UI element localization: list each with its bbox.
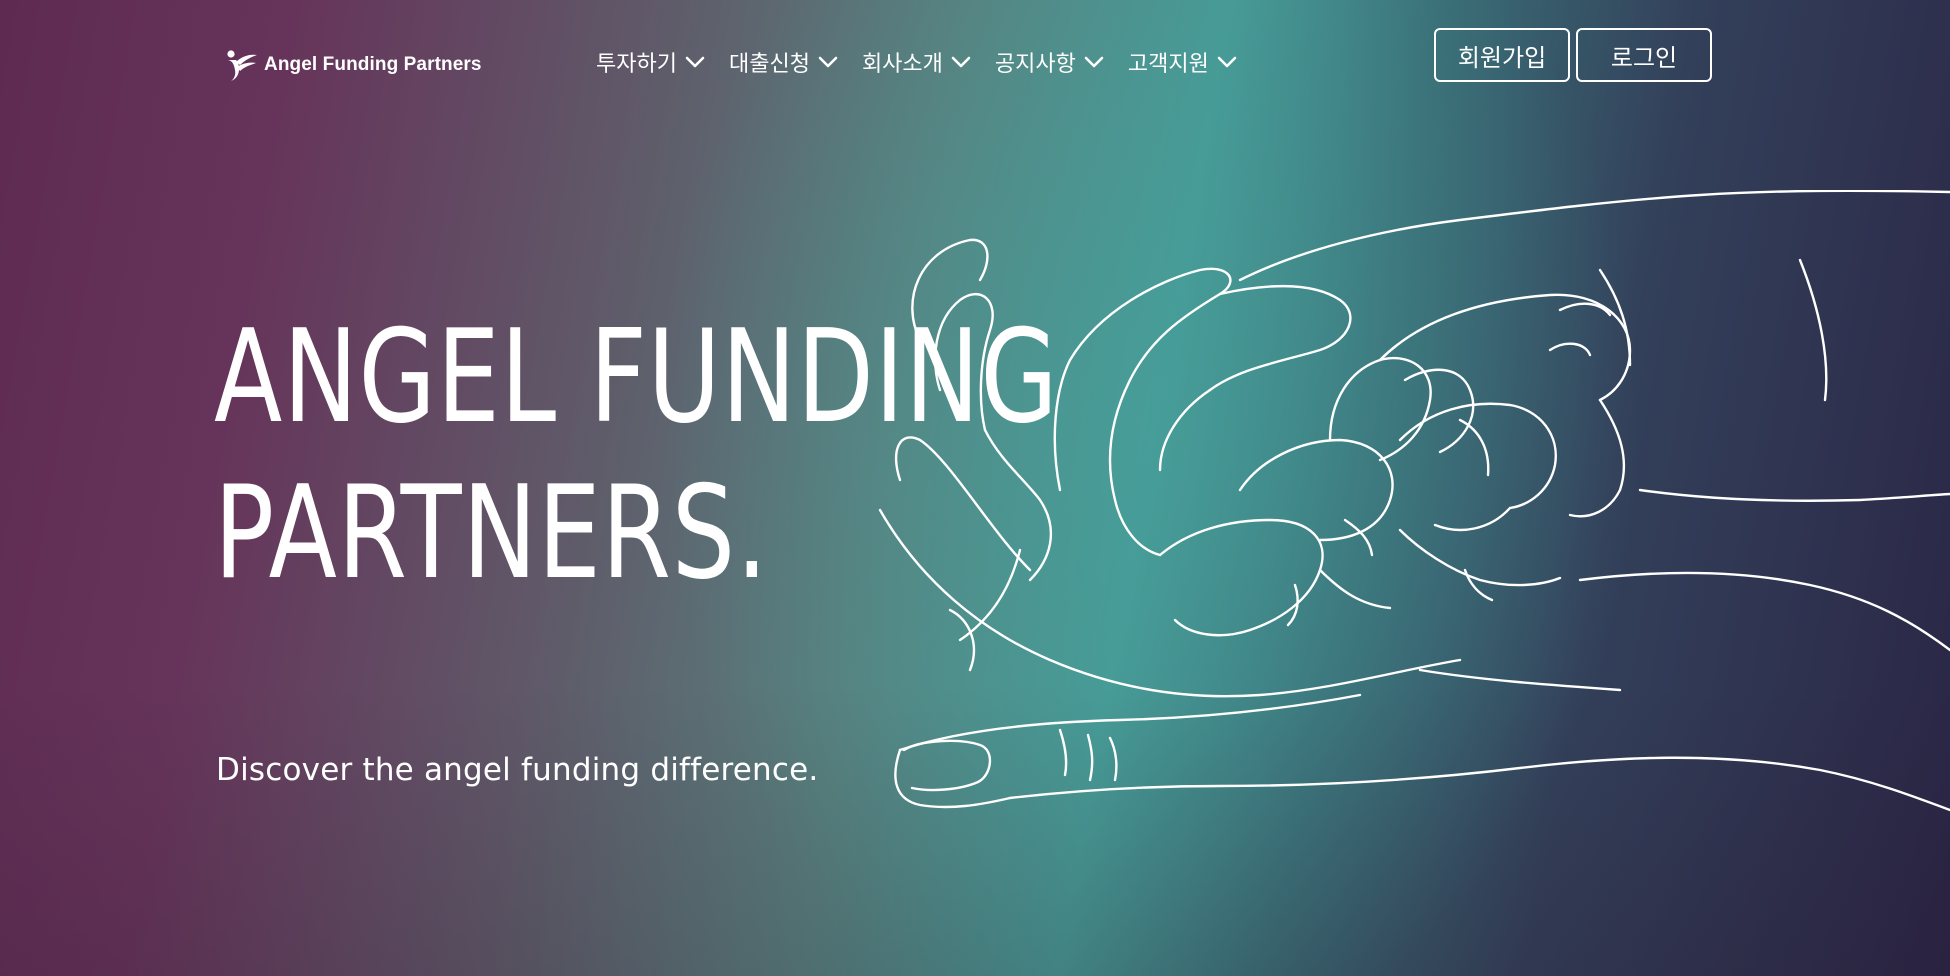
brand-name: Angel Funding Partners (264, 54, 482, 75)
nav-item-notice[interactable]: 공지사항 (995, 44, 1104, 80)
hero-tagline: Discover the angel funding difference. (216, 752, 819, 788)
angel-figure-icon (227, 50, 257, 81)
chevron-down-icon (1084, 56, 1104, 68)
nav-item-label: 투자하기 (596, 52, 677, 77)
chevron-down-icon (818, 56, 838, 68)
chevron-down-icon (685, 56, 705, 68)
nav-item-label: 대출신청 (728, 52, 810, 77)
nav-item-loan[interactable]: 대출신청 (729, 44, 838, 80)
chevron-down-icon (1217, 56, 1237, 68)
nav-item-label: 공지사항 (994, 52, 1076, 77)
chevron-down-icon (951, 56, 971, 68)
hero-headline-line1: ANGEL FUNDING (214, 303, 1059, 452)
nav-item-label: 고객지원 (1127, 52, 1209, 77)
nav-item-support[interactable]: 고객지원 (1128, 44, 1237, 80)
brand-logo[interactable]: Angel Funding Partners (224, 48, 482, 82)
login-button[interactable]: 로그인 (1576, 28, 1712, 82)
hero-headline: ANGEL FUNDING PARTNERS. (214, 300, 1058, 612)
main-nav: 투자하기 대출신청 회사소개 공지사항 고객지원 (596, 44, 1261, 80)
signup-button[interactable]: 회원가입 (1434, 28, 1570, 82)
hero-headline-line2: PARTNERS. (214, 459, 769, 608)
nav-item-label: 회사소개 (861, 52, 943, 77)
hero-section: Angel Funding Partners 투자하기 대출신청 회사소개 공지… (0, 0, 1950, 976)
nav-item-about[interactable]: 회사소개 (862, 44, 971, 80)
auth-buttons: 회원가입 로그인 (1434, 28, 1712, 82)
nav-item-invest[interactable]: 투자하기 (596, 44, 705, 80)
